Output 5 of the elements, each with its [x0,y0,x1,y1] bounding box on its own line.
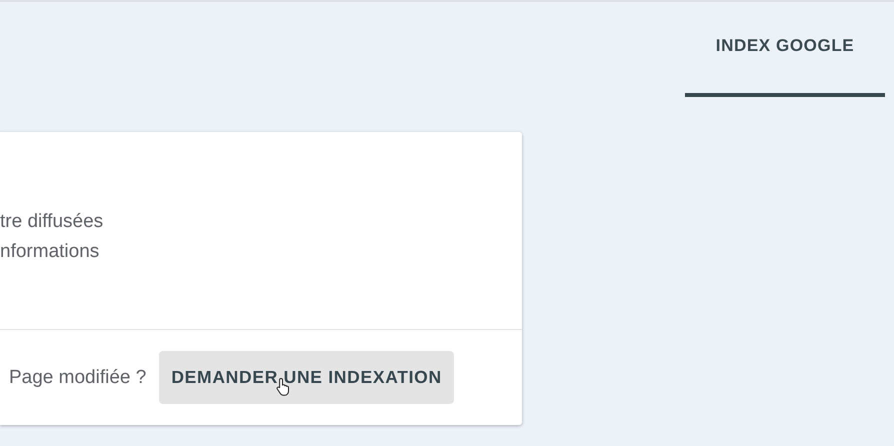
description-text: nformations [0,240,100,264]
description-text: tre diffusées [0,210,104,234]
footer-prompt: Page modifiée ? [9,366,146,388]
tab[interactable]: INDEX GOOGLE [685,4,885,97]
request-indexing-button[interactable]: DEMANDER UNE INDEXATION [159,351,454,404]
